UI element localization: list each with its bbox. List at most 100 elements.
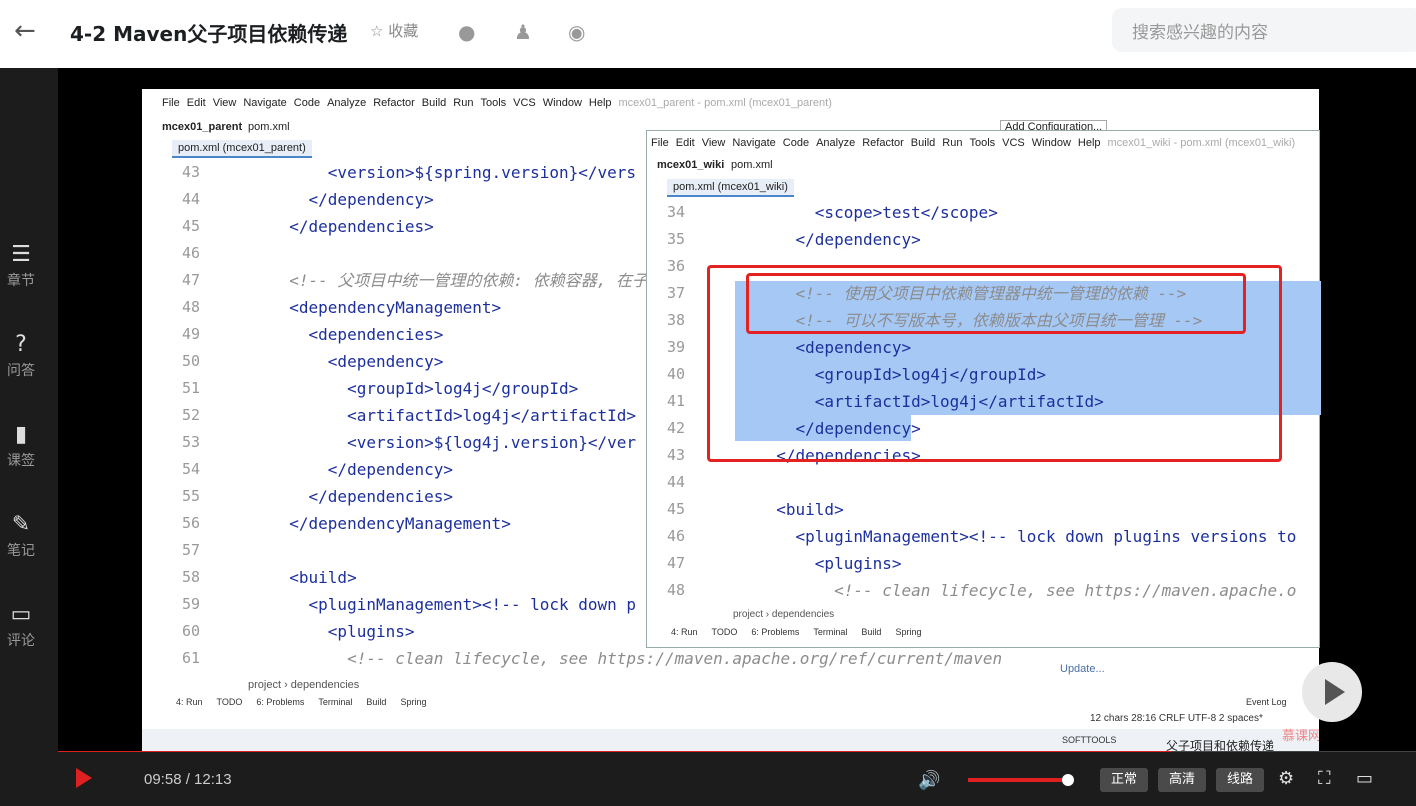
menu-build: Build <box>421 97 447 109</box>
favorite-label: 收藏 <box>388 22 419 40</box>
tool-todo[interactable]: TODO <box>217 697 243 707</box>
line-number: 51 <box>182 379 201 397</box>
line-number: 41 <box>667 392 686 410</box>
favorite-button[interactable]: ☆ 收藏 <box>370 20 418 41</box>
line-number: 37 <box>667 284 686 302</box>
menu-help: Help <box>588 97 612 109</box>
tool-problems[interactable]: 6: Problems <box>751 627 799 637</box>
video-caption: 父子项目和依赖传递 <box>1166 739 1275 752</box>
annotation-box-comments <box>746 273 1246 334</box>
sidebar-item-notes[interactable]: ✎ 笔记 <box>0 510 42 560</box>
line-number: 46 <box>667 527 686 545</box>
bookmark-icon: ▮ <box>14 422 28 447</box>
outer-tool-strip: 4: Run TODO 6: Problems Terminal Build Spring <box>176 697 440 707</box>
sidebar-label: 评论 <box>7 633 35 649</box>
line-number: 60 <box>182 622 201 640</box>
line-number: 44 <box>182 190 201 208</box>
qq-icon[interactable]: ♟ <box>514 20 532 44</box>
window-mode-icon[interactable]: ▭ <box>1356 768 1373 789</box>
outer-breadcrumb-bottom: project › dependencies <box>248 679 360 691</box>
menu-analyze: Analyze <box>327 97 367 109</box>
tool-spring[interactable]: Spring <box>400 697 426 707</box>
arrow-left-icon[interactable]: ← <box>14 16 42 46</box>
line-number: 57 <box>182 541 201 559</box>
breadcrumb-file: pom.xml <box>731 159 773 171</box>
menu-navigate: Navigate <box>243 97 287 109</box>
sidebar-label: 笔记 <box>7 543 35 559</box>
star-icon: ☆ <box>370 22 384 40</box>
gear-icon[interactable]: ⚙ <box>1278 768 1294 789</box>
menu-navigate: Navigate <box>732 137 776 149</box>
menu-refactor: Refactor <box>373 97 415 109</box>
search-input[interactable]: 搜索感兴趣的内容 <box>1112 8 1416 52</box>
page-title: 4-2 Maven父子项目依赖传递 <box>70 22 348 46</box>
question-icon: ? <box>15 332 27 357</box>
tool-terminal[interactable]: Terminal <box>318 697 352 707</box>
list-icon: ☰ <box>11 242 31 267</box>
left-sidebar: ☰ 章节 ? 问答 ▮ 课签 ✎ 笔记 ▭ 评论 <box>0 68 58 806</box>
tool-run[interactable]: 4: Run <box>176 697 203 707</box>
volume-slider[interactable] <box>968 778 1068 782</box>
outer-line-numbers: 43 44 45 46 47 48 49 50 51 52 53 54 55 56 57 58 59 60 61 <box>182 159 200 672</box>
sidebar-item-qa[interactable]: ? 问答 <box>0 330 42 380</box>
menu-window: Window <box>542 97 582 109</box>
menu-edit: Edit <box>186 97 206 109</box>
menu-vcs: VCS <box>1002 137 1025 149</box>
volume-knob[interactable] <box>1062 774 1074 786</box>
menu-help: Help <box>1077 137 1101 149</box>
line-number: 46 <box>182 244 201 262</box>
tool-problems[interactable]: 6: Problems <box>256 697 304 707</box>
update-link[interactable]: Update... <box>1060 663 1105 675</box>
code-line: <plugins> <box>757 554 902 573</box>
wechat-icon[interactable]: ● <box>458 20 475 44</box>
sidebar-item-comments[interactable]: ▭ 评论 <box>0 600 42 650</box>
tool-build[interactable]: Build <box>366 697 386 707</box>
route-button[interactable]: 线路 <box>1216 768 1264 792</box>
quality-hd-button[interactable]: 高清 <box>1158 768 1206 792</box>
menu-build: Build <box>910 137 936 149</box>
status-bar: 12 chars 28:16 CRLF UTF-8 2 spaces* <box>1090 713 1263 724</box>
weibo-icon[interactable]: ◉ <box>568 20 585 44</box>
play-icon[interactable] <box>76 768 92 788</box>
code-line: </dependency> <box>757 230 921 249</box>
line-number: 40 <box>667 365 686 383</box>
menu-analyze: Analyze <box>816 137 856 149</box>
player-controls: 09:58 / 12:13 🔊 正常 高清 线路 ⚙ ⛶ ▭ <box>58 752 1416 806</box>
sidebar-label: 章节 <box>7 273 35 289</box>
outer-editor-tab[interactable]: pom.xml (mcex01_parent) <box>172 140 312 158</box>
tool-terminal[interactable]: Terminal <box>813 627 847 637</box>
tool-spring[interactable]: Spring <box>895 627 921 637</box>
menu-file: File <box>651 137 669 149</box>
tool-build[interactable]: Build <box>861 627 881 637</box>
tool-run[interactable]: 4: Run <box>671 627 698 637</box>
sidebar-item-chapters[interactable]: ☰ 章节 <box>0 240 42 290</box>
line-number: 43 <box>182 163 201 181</box>
quality-normal-button[interactable]: 正常 <box>1100 768 1148 792</box>
event-log[interactable]: Event Log <box>1246 697 1287 707</box>
code-line: <!-- clean lifecycle, see https://maven.… <box>757 581 1297 600</box>
inner-breadcrumb-bottom: project › dependencies <box>733 609 835 620</box>
volume-icon[interactable]: 🔊 <box>918 770 940 791</box>
line-number: 45 <box>667 500 686 518</box>
breadcrumb-project: mcex01_parent <box>162 121 243 133</box>
line-number: 58 <box>182 568 201 586</box>
line-number: 61 <box>182 649 201 667</box>
menu-run: Run <box>942 137 963 149</box>
inner-editor-tab[interactable]: pom.xml (mcex01_wiki) <box>667 179 794 197</box>
top-header: ← 4-2 Maven父子项目依赖传递 ☆ 收藏 ● ♟ ◉ 搜索感兴趣的内容 <box>0 0 1416 68</box>
line-number: 45 <box>182 217 201 235</box>
big-play-button[interactable] <box>1302 662 1362 722</box>
softtools-label: SOFTTOOLS <box>1062 735 1117 745</box>
outer-menu-bar: File Edit View Navigate Code Analyze Refactor B… <box>162 97 839 109</box>
menu-view: View <box>212 97 237 109</box>
play-icon <box>1325 679 1345 705</box>
sidebar-item-bookmarks[interactable]: ▮ 课签 <box>0 420 42 470</box>
line-number: 42 <box>667 419 686 437</box>
watermark-logo: 慕课网 <box>1282 728 1319 743</box>
fullscreen-icon[interactable]: ⛶ <box>1318 768 1331 789</box>
breadcrumb-project: mcex01_wiki <box>657 159 725 171</box>
line-number: 56 <box>182 514 201 532</box>
menu-code: Code <box>782 137 810 149</box>
menu-view: View <box>701 137 726 149</box>
tool-todo[interactable]: TODO <box>712 627 738 637</box>
